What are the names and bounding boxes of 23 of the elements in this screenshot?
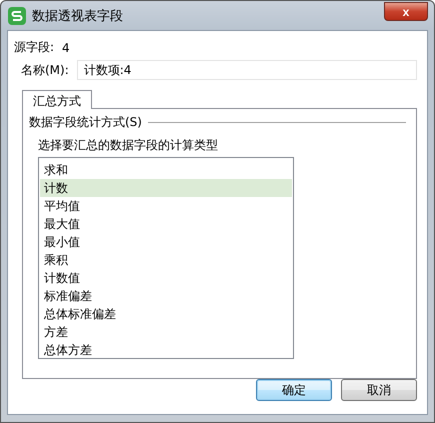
list-item[interactable]: 计数值 xyxy=(40,269,292,287)
ok-button[interactable]: 确定 xyxy=(256,379,332,401)
app-logo-icon xyxy=(8,6,26,24)
field-value: 4 xyxy=(62,40,70,54)
tab[interactable]: 汇总方式 xyxy=(22,90,92,109)
list-item[interactable]: 计数 xyxy=(40,179,292,197)
list-item[interactable]: 方差 xyxy=(40,323,292,341)
field-label: 源字段: xyxy=(14,39,54,56)
window-title: 数据透视表字段 xyxy=(32,8,123,24)
field-label: 名称(M): xyxy=(21,62,69,78)
list-item[interactable]: 总体方差 xyxy=(40,341,292,359)
cancel-button[interactable]: 取消 xyxy=(341,379,417,401)
close-button[interactable]: x xyxy=(384,2,428,21)
list-item[interactable]: 标准偏差 xyxy=(40,287,292,305)
instruction-text: 选择要汇总的数据字段的计算类型 xyxy=(38,137,219,154)
list-item[interactable]: 平均值 xyxy=(40,197,292,215)
list-item[interactable]: 最小值 xyxy=(40,233,292,251)
list-item[interactable]: 乘积 xyxy=(40,251,292,269)
group-label: 数据字段统计方式(S) xyxy=(29,114,142,131)
name-input[interactable]: 计数项:4 xyxy=(76,60,417,80)
list-item[interactable]: 总体标准偏差 xyxy=(40,305,292,323)
list-item[interactable]: 最大值 xyxy=(40,215,292,233)
list-item[interactable]: 求和 xyxy=(40,161,292,179)
